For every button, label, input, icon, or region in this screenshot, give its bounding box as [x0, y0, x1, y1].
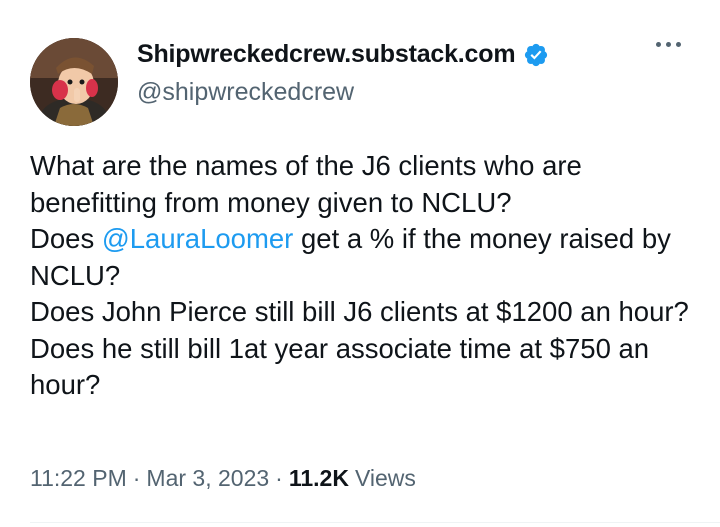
- display-name[interactable]: Shipwreckedcrew.substack.com: [137, 40, 516, 69]
- tweet-date[interactable]: Mar 3, 2023: [146, 465, 269, 492]
- tweet-meta: 11:22 PM · Mar 3, 2023 · 11.2K Views: [30, 465, 416, 492]
- tweet-line-1: What are the names of the J6 clients who…: [30, 150, 590, 218]
- divider: [30, 522, 720, 523]
- more-dot: [666, 42, 671, 47]
- verified-badge-icon: [525, 43, 548, 66]
- tweet-text: What are the names of the J6 clients who…: [30, 148, 700, 404]
- author-name-row: Shipwreckedcrew.substack.com: [137, 40, 549, 69]
- more-options-icon[interactable]: [656, 42, 681, 47]
- tweet-line-2-prefix: Does: [30, 223, 102, 254]
- author-handle[interactable]: @shipwreckedcrew: [137, 78, 354, 107]
- tweet-card: Shipwreckedcrew.substack.com @shipwrecke…: [0, 0, 720, 527]
- tweet-time[interactable]: 11:22 PM: [30, 465, 127, 492]
- views-label: Views: [354, 465, 416, 491]
- tweet-line-3: Does John Pierce still bill J6 clients a…: [30, 296, 689, 327]
- more-dot: [656, 42, 661, 47]
- more-dot: [676, 42, 681, 47]
- meta-separator: ·: [275, 465, 283, 491]
- cartoon-character-avatar-icon: [30, 38, 118, 126]
- meta-separator: ·: [132, 465, 141, 491]
- mention-link[interactable]: @LauraLoomer: [102, 223, 294, 254]
- tweet-line-4: Does he still bill 1at year associate ti…: [30, 332, 657, 401]
- avatar[interactable]: [30, 38, 118, 126]
- views-count: 11.2K: [288, 465, 349, 491]
